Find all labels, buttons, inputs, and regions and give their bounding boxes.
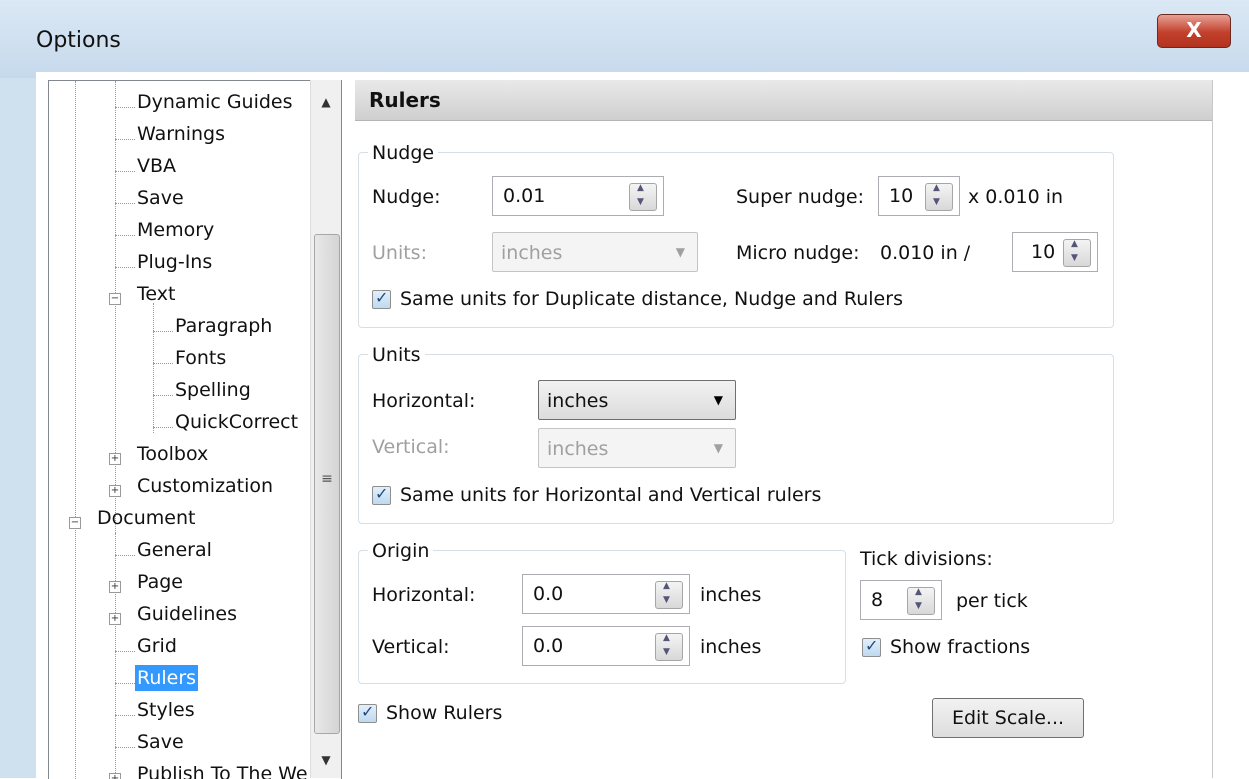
nudge-label: Nudge: — [372, 186, 441, 208]
tick-divisions-value: 8 — [871, 589, 884, 611]
expand-publish-icon[interactable]: + — [109, 773, 121, 779]
tree-item-fonts[interactable]: Fonts — [175, 345, 226, 371]
tree-item-toolbox[interactable]: Toolbox — [137, 441, 208, 467]
origin-vertical-field[interactable]: 0.0 — [522, 626, 690, 666]
units-label: Units: — [372, 242, 427, 264]
super-nudge-label: Super nudge: — [736, 186, 864, 208]
tree-item-vba[interactable]: VBA — [137, 153, 176, 179]
tree-item-plug-ins[interactable]: Plug-Ins — [137, 249, 212, 275]
tick-divisions-spinner[interactable] — [907, 587, 935, 615]
scrollbar-thumb[interactable]: ≡ — [314, 234, 340, 734]
origin-horizontal-value: 0.0 — [533, 583, 564, 605]
tree-item-save-document[interactable]: Save — [137, 729, 184, 755]
tree-item-memory[interactable]: Memory — [137, 217, 214, 243]
vertical-units-label: Vertical: — [372, 436, 450, 458]
super-nudge-spinner[interactable] — [925, 183, 953, 211]
chevron-down-icon: ▼ — [713, 441, 723, 455]
tree-item-styles[interactable]: Styles — [137, 697, 195, 723]
panel-title: Rulers — [369, 88, 441, 112]
tick-divisions-field[interactable]: 8 — [860, 580, 942, 620]
origin-horizontal-field[interactable]: 0.0 — [522, 574, 690, 614]
tree-item-rulers[interactable]: Rulers — [135, 665, 199, 691]
micro-nudge-spinner[interactable] — [1063, 239, 1091, 267]
title-bar: Options X — [0, 0, 1249, 78]
horizontal-units-label: Horizontal: — [372, 390, 476, 412]
show-rulers-label: Show Rulers — [386, 702, 503, 724]
super-nudge-suffix: x 0.010 in — [968, 186, 1064, 208]
same-units-rulers-label: Same units for Horizontal and Vertical r… — [400, 484, 822, 506]
options-window: Options X Dynamic Guides Warnings VBA Sa… — [0, 0, 1249, 779]
tree-item-guidelines[interactable]: Guidelines — [137, 601, 237, 627]
units-group-legend: Units — [368, 344, 425, 366]
vertical-units-value: inches — [547, 438, 609, 460]
micro-nudge-text: 0.010 in / — [880, 242, 971, 264]
expand-customization-icon[interactable]: + — [109, 485, 121, 497]
origin-horizontal-unit: inches — [700, 584, 762, 606]
options-tree: Dynamic Guides Warnings VBA Save Memory … — [48, 80, 342, 779]
origin-vertical-value: 0.0 — [533, 635, 564, 657]
origin-vertical-label: Vertical: — [372, 636, 450, 658]
vertical-units-dropdown[interactable]: inches ▼ — [538, 428, 736, 468]
tree-item-dynamic-guides[interactable]: Dynamic Guides — [137, 89, 293, 115]
micro-nudge-field[interactable]: 10 — [1012, 232, 1098, 272]
origin-horizontal-spinner[interactable] — [655, 581, 683, 609]
tree-item-grid[interactable]: Grid — [137, 633, 177, 659]
origin-vertical-unit: inches — [700, 636, 762, 658]
tree-item-publish-to-the-web[interactable]: Publish To The We — [137, 761, 308, 779]
tick-divisions-label: Tick divisions: — [860, 548, 993, 570]
same-units-rulers-checkbox[interactable] — [372, 484, 391, 505]
expand-toolbox-icon[interactable]: + — [109, 453, 121, 465]
grip-icon: ≡ — [321, 471, 333, 487]
tree-scrollbar[interactable]: ▲ ≡ ▼ — [310, 80, 341, 778]
chevron-down-icon: ▼ — [675, 245, 685, 259]
horizontal-units-value: inches — [547, 390, 609, 412]
expand-page-icon[interactable]: + — [109, 581, 121, 593]
origin-vertical-spinner[interactable] — [655, 633, 683, 661]
scroll-down-icon[interactable]: ▼ — [311, 746, 341, 774]
nudge-group-legend: Nudge — [368, 142, 439, 164]
tree-item-warnings[interactable]: Warnings — [137, 121, 225, 147]
collapse-text-icon[interactable]: − — [109, 293, 121, 305]
nudge-units-value: inches — [501, 242, 563, 264]
tree-item-document[interactable]: Document — [97, 505, 195, 531]
window-title: Options — [36, 28, 121, 53]
nudge-value: 0.01 — [503, 185, 546, 207]
scroll-up-icon[interactable]: ▲ — [311, 88, 341, 116]
tree-item-save[interactable]: Save — [137, 185, 184, 211]
chevron-down-icon: ▼ — [713, 393, 723, 407]
panel-header: Rulers — [355, 80, 1213, 121]
nudge-field[interactable]: 0.01 — [492, 176, 664, 216]
show-fractions-label: Show fractions — [890, 636, 1031, 658]
expand-guidelines-icon[interactable]: + — [109, 613, 121, 625]
origin-group-legend: Origin — [368, 540, 434, 562]
tree-item-spelling[interactable]: Spelling — [175, 377, 251, 403]
origin-horizontal-label: Horizontal: — [372, 584, 476, 606]
close-button[interactable]: X — [1157, 14, 1231, 48]
tree-item-paragraph[interactable]: Paragraph — [175, 313, 272, 339]
tick-divisions-suffix: per tick — [956, 590, 1028, 612]
nudge-units-dropdown[interactable]: inches ▼ — [492, 232, 698, 272]
micro-nudge-label: Micro nudge: — [736, 242, 860, 264]
nudge-spinner[interactable] — [629, 183, 657, 211]
edit-scale-button[interactable]: Edit Scale... — [932, 698, 1084, 738]
tree-item-page[interactable]: Page — [137, 569, 183, 595]
tree-item-general[interactable]: General — [137, 537, 212, 563]
horizontal-units-dropdown[interactable]: inches ▼ — [538, 380, 736, 420]
micro-nudge-value: 10 — [1031, 241, 1056, 263]
collapse-document-icon[interactable]: − — [69, 517, 81, 529]
show-fractions-checkbox[interactable] — [862, 636, 881, 657]
tree-item-customization[interactable]: Customization — [137, 473, 273, 499]
super-nudge-field[interactable]: 10 — [878, 176, 960, 216]
super-nudge-value: 10 — [889, 185, 914, 207]
tree-item-text[interactable]: Text — [137, 281, 175, 307]
tree-item-quickcorrect[interactable]: QuickCorrect — [175, 409, 298, 435]
same-units-duplicate-checkbox[interactable] — [372, 288, 391, 309]
same-units-duplicate-label: Same units for Duplicate distance, Nudge… — [400, 288, 903, 310]
show-rulers-checkbox[interactable] — [358, 702, 377, 723]
